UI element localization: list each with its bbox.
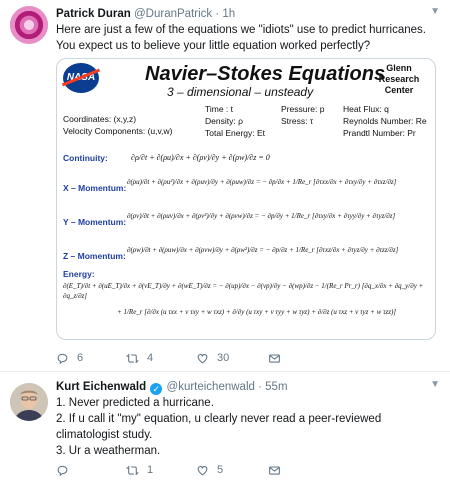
equation-continuity: ∂ρ/∂t + ∂(ρu)/∂x + ∂(ρv)/∂y + ∂(ρw)/∂z =… [131,153,270,162]
tweet-actions: 1 5 [56,462,316,478]
equation-z-momentum: ∂(ρw)/∂t + ∂(ρuw)/∂x + ∂(ρvw)/∂y + ∂(ρw²… [127,246,399,254]
definitions-coords: Coordinates: (x,y,z) Velocity Components… [63,113,172,137]
reply-icon [57,465,68,476]
author-handle[interactable]: @DuranPatrick [134,8,212,20]
retweet-button[interactable]: 4 [126,350,153,366]
envelope-icon [269,353,280,363]
equation-y-momentum: ∂(ρv)/∂t + ∂(ρuv)/∂x + ∂(ρv²)/∂y + ∂(ρvw… [127,212,396,220]
tweet-line: 2. If u call it "my" equation, u clearly… [56,413,382,441]
heart-icon [197,353,208,363]
reply-button[interactable]: 6 [56,350,83,366]
like-count: 30 [217,352,230,364]
tweet-header: Kurt Eichenwald ✓ @kurteichenwald · 55m [56,381,288,395]
author-handle[interactable]: @kurteichenwald [167,381,255,393]
tweet-line: 1. Never predicted a hurricane. [56,397,214,409]
equation-energy: ∂(E_T)/∂t + ∂(uE_T)/∂x + ∂(vE_T)/∂y + ∂(… [63,282,424,300]
timestamp[interactable]: 55m [265,381,287,393]
center-line: Center [384,85,414,95]
tweet-patrick-duran[interactable]: Patrick Duran @DuranPatrick · 1h ▼ Here … [0,0,450,372]
tweet-actions: 6 4 30 [56,350,316,366]
def-reynolds: Reynolds Number: Re [343,116,427,126]
separator: · [258,381,262,393]
tweet-text: Here are just a few of the equations we … [56,24,426,52]
retweet-icon [126,465,139,475]
direct-message-button[interactable] [268,462,281,478]
image-title: Navier–Stokes Equations [145,63,386,85]
reply-button[interactable] [56,462,77,478]
def-energy: Total Energy: Et [205,128,266,138]
separator: · [215,8,220,20]
def-coords: Coordinates: (x,y,z) [63,114,137,124]
def-density: Density: ρ [205,116,243,126]
retweet-count: 1 [147,464,154,476]
equation-x-momentum: ∂(ρu)/∂t + ∂(ρu²)/∂x + ∂(ρuv)/∂y + ∂(ρuw… [127,178,397,186]
def-heat: Heat Flux: q [343,104,389,114]
envelope-icon [269,465,280,475]
label-continuity: Continuity: [63,153,108,163]
def-prandtl: Prandtl Number: Pr [343,128,416,138]
attached-image[interactable]: NASA Navier–Stokes Equations 3 – dimensi… [56,58,436,340]
chevron-down-icon[interactable]: ▼ [430,6,440,17]
avatar[interactable] [10,383,48,421]
avatar[interactable] [10,6,48,44]
tweet-line: 3. Ur a weatherman. [56,445,161,457]
definitions-time: Time : t Density: ρ Total Energy: Et [205,103,265,139]
def-time: Time : t [205,104,234,114]
like-button[interactable]: 30 [196,350,229,366]
label-energy: Energy: [63,269,95,279]
direct-message-button[interactable] [268,350,281,366]
label-y-momentum: Y – Momentum: [63,217,127,227]
timestamp[interactable]: 1h [222,8,235,20]
author-name[interactable]: Kurt Eichenwald [56,381,146,393]
def-velocity: Velocity Components: (u,v,w) [63,126,173,136]
center-line: Glenn [386,63,412,73]
reply-count: 6 [77,352,84,364]
label-x-momentum: X – Momentum: [63,183,127,193]
retweet-count: 4 [147,352,154,364]
retweet-icon [126,353,139,363]
like-button[interactable]: 5 [196,462,223,478]
chevron-down-icon[interactable]: ▼ [430,379,440,390]
person-portrait-icon [10,383,48,421]
definitions-pressure: Pressure: p Stress: τ [281,103,324,127]
author-name[interactable]: Patrick Duran [56,8,131,20]
definitions-heat: Heat Flux: q Reynolds Number: Re Prandtl… [343,103,427,139]
tweet-text: 1. Never predicted a hurricane. 2. If u … [56,395,440,459]
label-z-momentum: Z – Momentum: [63,251,126,261]
tweet-header: Patrick Duran @DuranPatrick · 1h [56,8,235,20]
image-subtitle: 3 – dimensional – unsteady [167,85,314,99]
def-stress: Stress: τ [281,116,314,126]
nasa-logo: NASA [63,63,99,93]
research-center-name: Glenn Research Center [369,63,429,96]
def-pressure: Pressure: p [281,104,325,114]
like-count: 5 [217,464,224,476]
center-line: Research [378,74,420,84]
verified-badge-icon: ✓ [150,383,163,395]
equation-energy-continued: + 1/Re_r [∂/∂x (u τxx + v τxy + w τxz) +… [117,308,397,316]
heart-icon [197,465,208,475]
retweet-button[interactable]: 1 [126,462,153,478]
tweet-kurt-eichenwald[interactable]: Kurt Eichenwald ✓ @kurteichenwald · 55m … [0,373,450,481]
reply-icon [57,353,68,364]
